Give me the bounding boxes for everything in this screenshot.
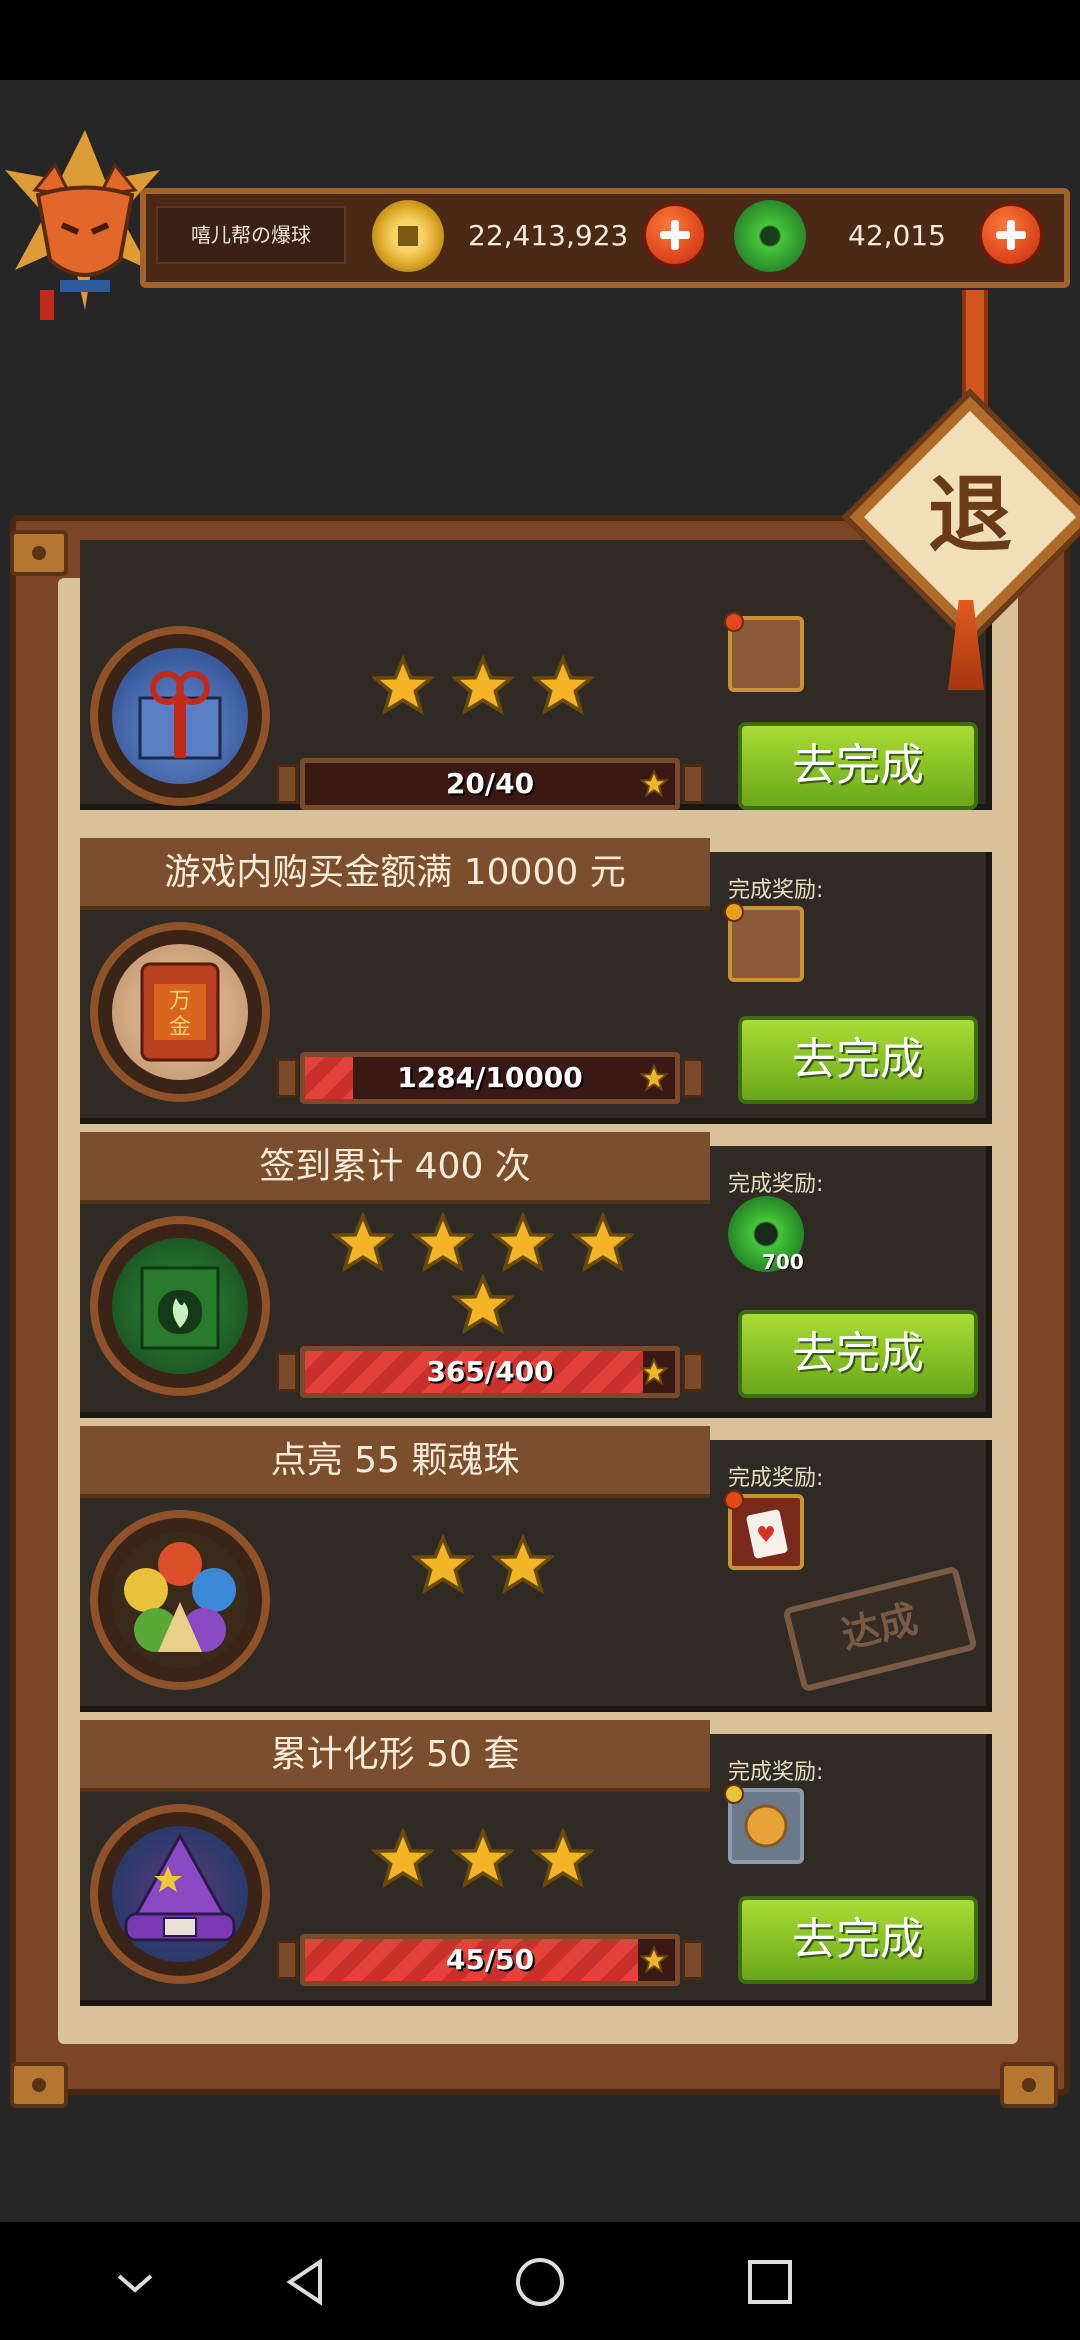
star-icon xyxy=(490,1533,556,1596)
player-name: 嘻儿帮の爆球 xyxy=(156,206,346,264)
svg-text:♥: ♥ xyxy=(756,1523,776,1548)
scroll-icon: 万金 xyxy=(90,922,270,1102)
home-icon[interactable] xyxy=(510,2252,570,2312)
star-icon xyxy=(370,1827,436,1890)
exit-label: 退 xyxy=(927,466,1012,564)
quest-progress-bar: 45/50 xyxy=(300,1934,680,1986)
star-icon xyxy=(530,1827,596,1890)
progress-cap xyxy=(682,1058,704,1098)
progress-text: 20/40 xyxy=(445,767,535,800)
wizard-hat-icon xyxy=(90,1804,270,1984)
chevron-down-icon[interactable] xyxy=(105,2252,165,2312)
quest-progress-bar: 1284/10000 xyxy=(300,1052,680,1104)
go-complete-button[interactable]: 去完成 xyxy=(738,722,978,810)
add-coins-button[interactable] xyxy=(642,202,708,268)
star-icon xyxy=(570,1211,636,1274)
star-icon xyxy=(450,1273,516,1336)
progress-text: 1284/10000 xyxy=(397,1061,583,1094)
quest-title: 游戏内购买金额满 10000 元 xyxy=(80,838,710,910)
star-icon xyxy=(330,1211,396,1274)
reward-label: 完成奖励: xyxy=(728,1172,824,1197)
svg-text:万: 万 xyxy=(169,989,191,1014)
gem-count: 42,015 xyxy=(848,219,946,252)
status-bar xyxy=(0,0,1080,80)
reward-item[interactable] xyxy=(724,902,804,982)
go-complete-button[interactable]: 去完成 xyxy=(738,1896,978,1984)
quest-title: 签到累计 400 次 xyxy=(80,1132,710,1204)
frame-corner xyxy=(1000,2062,1058,2108)
star-icon xyxy=(639,1063,669,1092)
back-icon[interactable] xyxy=(278,2252,338,2312)
reward-quantity: 700 xyxy=(762,1250,804,1274)
quest-title: 点亮 55 颗魂珠 xyxy=(80,1426,710,1498)
progress-cap xyxy=(276,1058,298,1098)
star-icon xyxy=(639,1945,669,1974)
go-complete-button[interactable]: 去完成 xyxy=(738,1310,978,1398)
star-icon xyxy=(410,1211,476,1274)
quest-title: 累计化形 50 套 xyxy=(80,1720,710,1792)
add-gems-button[interactable] xyxy=(978,202,1044,268)
star-icon xyxy=(639,769,669,798)
progress-text: 365/400 xyxy=(426,1355,554,1388)
frame-corner xyxy=(10,530,68,576)
star-icon xyxy=(410,1533,476,1596)
green-shrine-icon xyxy=(90,1216,270,1396)
quest-progress-bar: 365/400 xyxy=(300,1346,680,1398)
progress-cap xyxy=(276,764,298,804)
recents-icon[interactable] xyxy=(740,2252,800,2312)
star-icon xyxy=(370,654,436,717)
jade-gem-icon xyxy=(734,200,806,272)
reward-label: 完成奖励: xyxy=(728,1760,824,1785)
star-icon xyxy=(490,1211,556,1274)
progress-cap xyxy=(682,1940,704,1980)
star-icon xyxy=(450,1827,516,1890)
gold-coin-icon xyxy=(372,200,444,272)
progress-cap xyxy=(276,1940,298,1980)
frame-corner xyxy=(10,2062,68,2108)
reward-item[interactable] xyxy=(724,1784,804,1864)
progress-text: 45/50 xyxy=(445,1943,535,1976)
star-icon xyxy=(639,1357,669,1386)
soul-orbs-icon xyxy=(90,1510,270,1690)
coin-count: 22,413,923 xyxy=(468,219,629,252)
star-icon xyxy=(450,654,516,717)
progress-cap xyxy=(682,764,704,804)
reward-item[interactable]: ♥ xyxy=(724,1490,804,1570)
reward-label: 完成奖励: xyxy=(728,878,824,903)
system-nav-bar xyxy=(0,2222,1080,2340)
progress-cap xyxy=(682,1352,704,1392)
gift-box-icon xyxy=(90,626,270,806)
reward-label: 完成奖励: xyxy=(728,1466,824,1491)
quest-progress-bar: 20/40 xyxy=(300,758,680,810)
star-icon xyxy=(530,654,596,717)
reward-item[interactable] xyxy=(724,612,804,692)
progress-cap xyxy=(276,1352,298,1392)
svg-text:金: 金 xyxy=(169,1015,191,1040)
go-complete-button[interactable]: 去完成 xyxy=(738,1016,978,1104)
